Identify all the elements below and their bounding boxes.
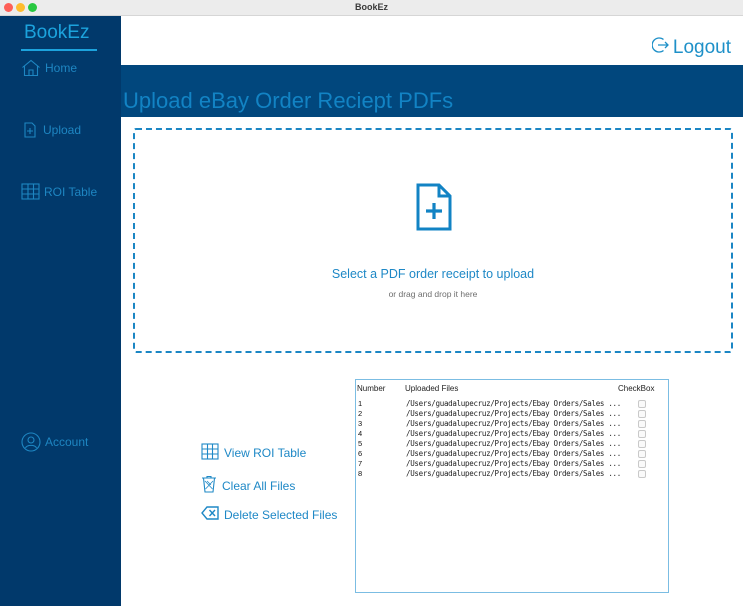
row-file-path: /Users/guadalupecruz/Projects/Ebay Order… — [406, 429, 621, 438]
row-file-path: /Users/guadalupecruz/Projects/Ebay Order… — [406, 439, 621, 448]
row-number: 4 — [358, 429, 363, 438]
table-row[interactable]: 1/Users/guadalupecruz/Projects/Ebay Orde… — [356, 399, 668, 409]
row-file-path: /Users/guadalupecruz/Projects/Ebay Order… — [406, 469, 621, 478]
sidebar-item-label: Home — [45, 61, 78, 75]
brand-logo: BookEz — [24, 22, 90, 43]
logout-label: Logout — [672, 37, 731, 58]
dropzone-main-text: Select a PDF order receipt to upload — [331, 267, 535, 281]
sidebar-item-label: Upload — [43, 123, 82, 137]
row-checkbox[interactable] — [638, 410, 646, 418]
add-file-icon — [415, 182, 453, 237]
account-icon — [21, 432, 41, 452]
logout-button[interactable]: Logout — [651, 36, 731, 60]
sidebar-item-label: Account — [45, 435, 89, 449]
row-checkbox[interactable] — [638, 440, 646, 448]
pdf-dropzone[interactable]: Select a PDF order receipt to upload or … — [133, 128, 733, 353]
action-label: Delete Selected Files — [224, 507, 338, 522]
delete-icon — [201, 506, 219, 523]
row-number: 6 — [358, 449, 363, 458]
table-row[interactable]: 5/Users/guadalupecruz/Projects/Ebay Orde… — [356, 439, 668, 449]
sidebar-item-account[interactable]: Account — [21, 432, 88, 452]
row-file-path: /Users/guadalupecruz/Projects/Ebay Order… — [406, 459, 621, 468]
logout-icon — [651, 36, 670, 60]
table-icon — [201, 443, 219, 463]
row-file-path: /Users/guadalupecruz/Projects/Ebay Order… — [406, 399, 621, 408]
delete-selected-files-button[interactable]: Delete Selected Files — [201, 506, 337, 523]
column-header-checkbox: CheckBox — [618, 384, 655, 393]
row-number: 8 — [358, 469, 363, 478]
row-checkbox[interactable] — [638, 470, 646, 478]
window-titlebar: BookEz — [0, 0, 743, 16]
row-checkbox[interactable] — [638, 400, 646, 408]
row-file-path: /Users/guadalupecruz/Projects/Ebay Order… — [406, 409, 621, 418]
table-icon — [21, 183, 40, 200]
table-row[interactable]: 7/Users/guadalupecruz/Projects/Ebay Orde… — [356, 459, 668, 469]
row-file-path: /Users/guadalupecruz/Projects/Ebay Order… — [406, 419, 621, 428]
clear-all-files-button[interactable]: Clear All Files — [201, 475, 295, 496]
row-checkbox[interactable] — [638, 450, 646, 458]
row-checkbox[interactable] — [638, 430, 646, 438]
row-number: 1 — [358, 399, 363, 408]
page-title: Upload eBay Order Reciept PDFs — [123, 88, 454, 113]
column-header-number: Number — [357, 384, 386, 393]
row-file-path: /Users/guadalupecruz/Projects/Ebay Order… — [406, 449, 621, 458]
sidebar-item-home[interactable]: Home — [21, 59, 77, 77]
table-body: 1/Users/guadalupecruz/Projects/Ebay Orde… — [356, 399, 668, 479]
sidebar-item-roi-table[interactable]: ROI Table — [21, 183, 97, 200]
table-row[interactable]: 3/Users/guadalupecruz/Projects/Ebay Orde… — [356, 419, 668, 429]
sidebar: BookEz Home Upload ROI Table Account — [0, 16, 121, 606]
uploaded-files-table[interactable]: Number Uploaded Files CheckBox 1/Users/g… — [355, 379, 669, 593]
row-checkbox[interactable] — [638, 420, 646, 428]
row-number: 7 — [358, 459, 363, 468]
dropzone-sub-text: or drag and drop it here — [388, 289, 478, 299]
brand-underline — [21, 49, 97, 51]
row-number: 2 — [358, 409, 363, 418]
table-row[interactable]: 6/Users/guadalupecruz/Projects/Ebay Orde… — [356, 449, 668, 459]
action-label: View ROI Table — [224, 446, 307, 460]
sidebar-item-label: ROI Table — [44, 184, 98, 199]
sidebar-item-upload[interactable]: Upload — [21, 122, 81, 138]
upload-icon — [21, 122, 39, 138]
view-roi-table-button[interactable]: View ROI Table — [201, 443, 306, 463]
action-label: Clear All Files — [222, 478, 296, 493]
trash-icon — [201, 475, 217, 496]
column-header-files: Uploaded Files — [405, 384, 459, 393]
home-icon — [21, 59, 41, 77]
row-number: 3 — [358, 419, 363, 428]
row-checkbox[interactable] — [638, 460, 646, 468]
table-row[interactable]: 8/Users/guadalupecruz/Projects/Ebay Orde… — [356, 469, 668, 479]
row-number: 5 — [358, 439, 363, 448]
table-row[interactable]: 4/Users/guadalupecruz/Projects/Ebay Orde… — [356, 429, 668, 439]
window-title: BookEz — [354, 2, 388, 12]
table-row[interactable]: 2/Users/guadalupecruz/Projects/Ebay Orde… — [356, 409, 668, 419]
